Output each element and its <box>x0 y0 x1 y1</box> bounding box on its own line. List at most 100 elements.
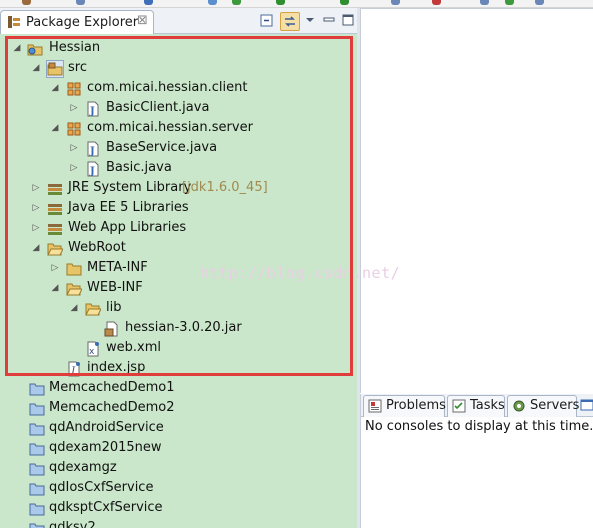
expanded-arrow-icon[interactable]: ◢ <box>12 38 22 58</box>
editor-area <box>360 8 593 393</box>
tree-item-jre-library[interactable]: ▷ JRE System Library [jdk1.6.0_45] <box>0 178 357 198</box>
tree-item-index-jsp[interactable]: J index.jsp <box>0 358 357 378</box>
expanded-arrow-icon[interactable]: ◢ <box>31 58 41 78</box>
tree-item-qdksptcxfservice[interactable]: qdksptCxfService <box>0 498 357 518</box>
tree-item-label: BasicClient.java <box>106 100 210 115</box>
package-explorer-view: Package Explorer ⊠ ◢ Hessian ◢ src ◢ com… <box>0 8 357 528</box>
tree-item-qdexamgz[interactable]: qdexamgz <box>0 458 357 478</box>
project-tree[interactable]: ◢ Hessian ◢ src ◢ com.micai.hessian.clie… <box>0 34 357 528</box>
collapsed-arrow-icon[interactable]: ▷ <box>31 178 41 198</box>
run-icon[interactable] <box>276 0 285 5</box>
folder-icon <box>66 261 82 277</box>
tree-item-basic[interactable]: ▷ J Basic.java <box>0 158 357 178</box>
toolbar-button-icon[interactable] <box>22 0 31 5</box>
maximize-icon[interactable] <box>339 12 357 29</box>
expanded-arrow-icon[interactable]: ◢ <box>69 298 79 318</box>
toolbar-button-icon[interactable] <box>76 0 85 5</box>
collapsed-arrow-icon[interactable]: ▷ <box>31 198 41 218</box>
run-icon[interactable] <box>340 0 349 5</box>
toolbar-button-icon[interactable] <box>208 0 217 5</box>
tree-item-lib[interactable]: ◢ lib <box>0 298 357 318</box>
tree-item-meta-inf[interactable]: ▷ META-INF <box>0 258 357 278</box>
tree-item-client-package[interactable]: ◢ com.micai.hessian.client <box>0 78 357 98</box>
close-icon[interactable]: ⊠ <box>137 13 148 28</box>
run-icon[interactable] <box>232 0 241 5</box>
folder-open-icon <box>47 241 64 257</box>
tree-item-label: Web App Libraries <box>68 220 187 235</box>
tree-item-label: qdksy2 <box>49 520 96 528</box>
package-explorer-tab[interactable]: Package Explorer ⊠ <box>0 10 154 34</box>
library-icon <box>47 201 63 217</box>
console-tab-bar: Problems Tasks Servers <box>361 394 593 417</box>
tree-item-web-inf[interactable]: ◢ WEB-INF <box>0 278 357 298</box>
view-tab-bar: Package Explorer ⊠ <box>0 8 357 34</box>
toolbar-button-icon[interactable] <box>144 0 153 5</box>
tree-item-label: web.xml <box>106 340 161 355</box>
collapse-all-icon[interactable] <box>258 12 276 29</box>
console-icon[interactable] <box>580 398 593 412</box>
toolbar-button-icon[interactable] <box>480 0 489 5</box>
tree-item-basicclient[interactable]: ▷ J BasicClient.java <box>0 98 357 118</box>
tab-label: Servers <box>530 398 580 413</box>
toolbar-button-icon[interactable] <box>391 0 400 5</box>
collapsed-arrow-icon[interactable]: ▷ <box>31 218 41 238</box>
closed-project-icon <box>29 421 45 437</box>
tree-item-qdexam2015new[interactable]: qdexam2015new <box>0 438 357 458</box>
view-title: Package Explorer <box>26 15 139 30</box>
tree-item-src[interactable]: ◢ src <box>0 58 357 78</box>
tree-item-label: Java EE 5 Libraries <box>68 200 189 215</box>
tree-item-baseservice[interactable]: ▷ J BaseService.java <box>0 138 357 158</box>
tree-item-javaee-libraries[interactable]: ▷ Java EE 5 Libraries <box>0 198 357 218</box>
tree-item-server-package[interactable]: ◢ com.micai.hessian.server <box>0 118 357 138</box>
tree-item-qdandroidservice[interactable]: qdAndroidService <box>0 418 357 438</box>
tree-item-label: qdIosCxfService <box>49 480 154 495</box>
tab-tasks[interactable]: Tasks <box>447 395 505 417</box>
tree-item-label: src <box>68 60 87 75</box>
expanded-arrow-icon[interactable]: ◢ <box>50 78 60 98</box>
tree-item-label: META-INF <box>87 260 148 275</box>
collapsed-arrow-icon[interactable]: ▷ <box>69 138 79 158</box>
toolbar-button-icon[interactable] <box>505 0 514 5</box>
tab-problems[interactable]: Problems <box>363 395 446 417</box>
tree-item-qdioscxfservice[interactable]: qdIosCxfService <box>0 478 357 498</box>
tree-item-label: WebRoot <box>68 240 126 255</box>
tasks-icon <box>452 399 466 413</box>
collapsed-arrow-icon[interactable]: ▷ <box>69 158 79 178</box>
tree-item-label: qdksptCxfService <box>49 500 163 515</box>
link-with-editor-icon[interactable] <box>280 12 300 31</box>
tree-item-label: MemcachedDemo2 <box>49 400 175 415</box>
tree-item-hessian[interactable]: ◢ Hessian <box>0 38 357 58</box>
collapsed-arrow-icon[interactable]: ▷ <box>69 98 79 118</box>
tab-servers[interactable]: Servers <box>507 395 580 417</box>
library-icon <box>47 221 63 237</box>
toolbar-button-icon[interactable] <box>535 0 544 5</box>
tab-label: Tasks <box>470 398 505 413</box>
tree-item-webapp-libraries[interactable]: ▷ Web App Libraries <box>0 218 357 238</box>
closed-project-icon <box>29 401 45 417</box>
tree-item-hessian-jar[interactable]: hessian-3.0.20.jar <box>0 318 357 338</box>
java-file-icon: J <box>85 161 101 177</box>
folder-open-icon <box>66 281 83 297</box>
expanded-arrow-icon[interactable]: ◢ <box>50 278 60 298</box>
tree-item-webroot[interactable]: ◢ WebRoot <box>0 238 357 258</box>
tree-item-web-xml[interactable]: x web.xml <box>0 338 357 358</box>
tree-item-label: BaseService.java <box>106 140 218 155</box>
tree-item-qdksy2[interactable]: qdksy2 <box>0 518 357 528</box>
expanded-arrow-icon[interactable]: ◢ <box>31 238 41 258</box>
expanded-arrow-icon[interactable]: ◢ <box>50 118 60 138</box>
toolbar-button-icon[interactable] <box>432 0 441 5</box>
collapsed-arrow-icon[interactable]: ▷ <box>50 258 60 278</box>
minimize-icon[interactable] <box>320 12 338 29</box>
console-view: Problems Tasks Servers No consoles to di… <box>360 394 593 528</box>
svg-text:J: J <box>89 166 95 177</box>
closed-project-icon <box>29 441 45 457</box>
library-icon <box>47 181 63 197</box>
tree-item-memcacheddemo2[interactable]: MemcachedDemo2 <box>0 398 357 418</box>
package-icon <box>66 81 82 97</box>
tree-item-memcacheddemo1[interactable]: MemcachedDemo1 <box>0 378 357 398</box>
tree-item-label: hessian-3.0.20.jar <box>125 320 242 335</box>
tree-item-label: MemcachedDemo1 <box>49 380 175 395</box>
tree-item-label: qdAndroidService <box>49 420 164 435</box>
svg-text:x: x <box>89 347 95 357</box>
view-menu-icon[interactable] <box>301 12 319 29</box>
